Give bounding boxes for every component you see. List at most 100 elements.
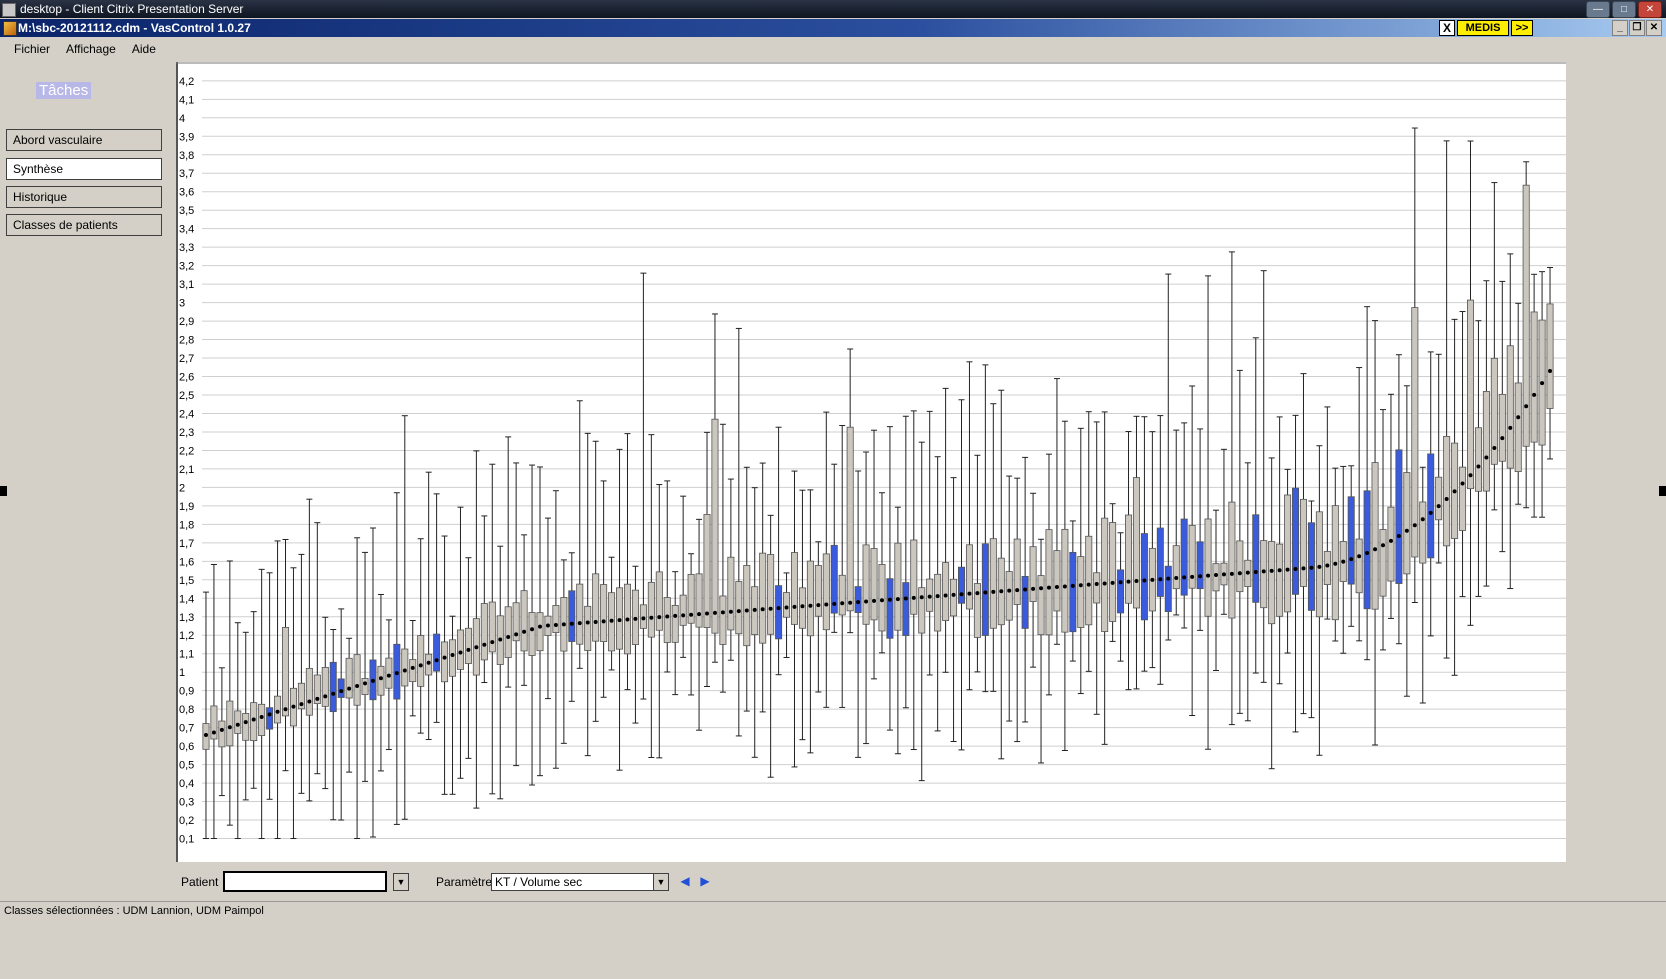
median-dot [641, 616, 646, 621]
box-highlighted [1069, 551, 1077, 633]
sidebar-item-classes-de-patients[interactable]: Classes de patients [6, 214, 162, 236]
box-highlighted [1164, 565, 1172, 612]
median-dot [291, 704, 296, 709]
median-dot [1015, 588, 1020, 593]
box [735, 581, 743, 635]
median-dot [1500, 436, 1505, 441]
median-dot [394, 671, 399, 676]
box [1228, 501, 1236, 619]
box [1411, 307, 1419, 558]
median-dot [856, 600, 861, 605]
box [321, 667, 329, 707]
menu-fichier[interactable]: Fichier [6, 42, 58, 56]
median-dot [1126, 579, 1131, 584]
outer-window-title: desktop - Client Citrix Presentation Ser… [20, 2, 244, 16]
box [242, 713, 250, 741]
box [1498, 393, 1506, 462]
right-splitter-handle[interactable] [1659, 486, 1666, 496]
box-highlighted [1347, 496, 1355, 585]
y-tick-label: 0,7 [179, 723, 194, 735]
median-dot [442, 655, 447, 660]
median-dot [1110, 580, 1115, 585]
median-dot [864, 599, 869, 604]
box [274, 695, 282, 724]
sidebar-item-synthese[interactable]: Synthèse [6, 158, 162, 180]
menu-affichage[interactable]: Affichage [58, 42, 124, 56]
app-window-title: M:\sbc-20121112.cdm - VasControl 1.0.27 [18, 21, 251, 35]
close-button[interactable]: ✕ [1638, 1, 1662, 18]
next-arrow-button[interactable]: ▶ [697, 872, 713, 890]
box [1315, 511, 1323, 618]
median-dot [1349, 557, 1354, 562]
median-dot [1325, 563, 1330, 568]
box [671, 605, 679, 643]
box [1077, 556, 1085, 628]
box [226, 700, 234, 747]
median-dot [545, 623, 550, 628]
box [711, 418, 719, 634]
median-dot [712, 610, 717, 615]
box [552, 605, 560, 633]
parameter-dropdown-button[interactable]: ▼ [653, 873, 669, 891]
median-dot [577, 621, 582, 626]
y-tick-label: 1,2 [179, 630, 194, 642]
previous-arrow-button[interactable]: ◀ [677, 872, 693, 890]
box [385, 657, 393, 689]
median-dot [816, 603, 821, 608]
patient-dropdown-button[interactable]: ▼ [393, 873, 409, 891]
median-dot [1301, 566, 1306, 571]
medis-expand-button[interactable]: >> [1511, 20, 1533, 36]
box [361, 678, 369, 695]
left-splitter-handle[interactable] [0, 486, 7, 496]
box [353, 654, 361, 706]
patient-input[interactable] [223, 871, 387, 892]
box [250, 702, 258, 742]
median-dot [1062, 584, 1067, 589]
minimize-button[interactable]: — [1586, 1, 1610, 18]
app-minimize-button[interactable]: _ [1612, 20, 1628, 36]
median-dot [203, 733, 208, 738]
median-dot [1293, 567, 1298, 572]
app-restore-button[interactable]: ❐ [1629, 20, 1645, 36]
median-dot [999, 589, 1004, 594]
app-close-button[interactable]: ✕ [1646, 20, 1662, 36]
median-dot [482, 642, 487, 647]
sidebar-item-historique[interactable]: Historique [6, 186, 162, 208]
median-dot [561, 622, 566, 627]
median-dot [1532, 392, 1537, 397]
box [838, 574, 846, 616]
box [1435, 476, 1443, 521]
box [1459, 466, 1467, 531]
y-tick-label: 1,5 [179, 575, 194, 587]
box [1546, 303, 1554, 409]
box [1260, 540, 1268, 609]
median-dot [1023, 587, 1028, 592]
box-highlighted [1156, 527, 1164, 597]
median-dot [386, 673, 391, 678]
median-dot [275, 709, 280, 714]
patient-label: Patient [181, 875, 219, 889]
box-highlighted [1252, 514, 1260, 603]
median-dot [593, 619, 598, 624]
box-highlighted [1021, 575, 1029, 629]
y-tick-label: 3,6 [179, 187, 194, 199]
box [305, 667, 313, 716]
median-dot [1245, 570, 1250, 575]
menu-aide[interactable]: Aide [124, 42, 164, 56]
median-dot [466, 647, 471, 652]
medis-button[interactable]: MEDIS [1457, 20, 1509, 36]
parameter-select[interactable]: KT / Volume sec [491, 873, 661, 891]
sidebar-item-abord-vasculaire[interactable]: Abord vasculaire [6, 129, 162, 151]
median-dot [1094, 582, 1099, 587]
y-tick-label: 3,9 [179, 131, 194, 143]
box [655, 571, 663, 631]
menu-bar: Fichier Affichage Aide [0, 38, 1666, 60]
medis-close-button[interactable]: X [1439, 20, 1455, 36]
median-dot [267, 712, 272, 717]
maximize-button[interactable]: □ [1612, 1, 1636, 18]
box-highlighted [1427, 453, 1435, 559]
median-dot [1277, 568, 1282, 573]
medis-toolbar: X MEDIS >> [1439, 20, 1533, 36]
y-tick-label: 1,1 [179, 649, 194, 661]
boxplot-chart-svg: 0,1 0,2 0,3 0,4 0,5 0,6 0,7 0,8 0,9 1 1,1 1,2 1,3 1,4… [176, 62, 1566, 862]
